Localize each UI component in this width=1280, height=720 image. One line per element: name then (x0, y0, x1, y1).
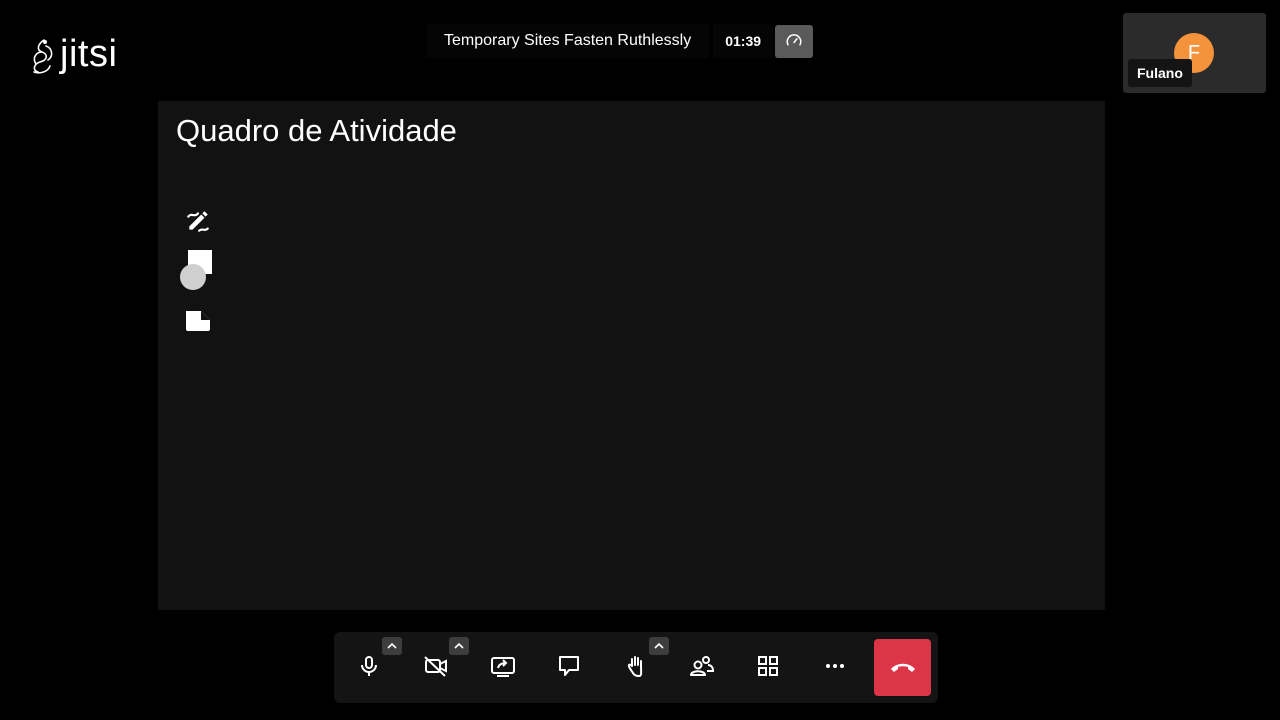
hangup-icon (890, 663, 915, 672)
sticky-note-tool[interactable] (182, 306, 214, 336)
speedometer-icon (786, 34, 802, 46)
video-settings-chevron[interactable] (449, 637, 469, 655)
whiteboard-title: Quadro de Atividade (176, 113, 457, 148)
reactions-chevron[interactable] (649, 637, 669, 655)
chevron-up-icon (654, 642, 664, 649)
chevron-up-icon (387, 642, 397, 649)
performance-button[interactable] (775, 24, 814, 58)
whiteboard-area[interactable]: Quadro de Atividade (158, 101, 1105, 610)
participants-button[interactable] (680, 644, 724, 688)
participant-tile[interactable]: F Fulano (1123, 13, 1266, 93)
raise-hand-icon (627, 656, 643, 677)
logo-text: jitsi (60, 33, 118, 75)
pencil-icon (187, 211, 209, 232)
screen-share-icon (491, 657, 515, 677)
more-actions-button[interactable] (813, 644, 857, 688)
conference-timer: 01:39 (713, 24, 774, 58)
more-icon (826, 664, 844, 668)
participant-name: Fulano (1128, 59, 1192, 87)
shapes-tool[interactable] (178, 249, 214, 291)
participants-icon (690, 656, 715, 676)
jitsi-logo-icon (33, 39, 53, 74)
pencil-tool[interactable] (183, 206, 213, 236)
meeting-title: Temporary Sites Fasten Ruthlessly (426, 24, 710, 58)
audio-settings-chevron[interactable] (382, 637, 402, 655)
hangup-button[interactable] (874, 639, 931, 696)
tile-view-button[interactable] (746, 644, 790, 688)
shapes-icon (180, 250, 212, 290)
sticky-note-icon (186, 311, 210, 331)
screen-share-button[interactable] (481, 644, 525, 688)
chat-icon (559, 656, 579, 676)
microphone-icon (361, 656, 377, 676)
tile-view-icon (758, 656, 778, 676)
conference-header: Temporary Sites Fasten Ruthlessly 01:39 (426, 24, 814, 58)
chat-button[interactable] (547, 644, 591, 688)
camera-off-icon (424, 656, 447, 677)
jitsi-logo[interactable]: jitsi (28, 33, 118, 76)
conference-toolbar (334, 632, 938, 703)
chevron-up-icon (454, 642, 464, 649)
